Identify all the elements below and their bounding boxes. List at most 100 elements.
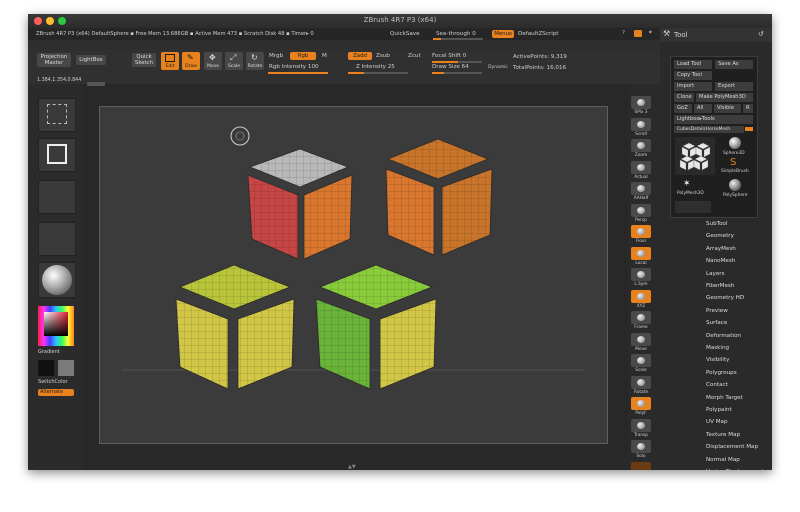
rotate-mode-button[interactable]: ↻ Rotate xyxy=(246,52,264,70)
subpalette-subtool[interactable]: SubTool xyxy=(706,221,728,227)
subpalette-nanomesh[interactable]: NanoMesh xyxy=(706,258,735,264)
projection-master-button[interactable]: Projection Master xyxy=(37,53,71,67)
subpalette-texture-map[interactable]: Texture Map xyxy=(706,432,740,438)
quick-sketch-button[interactable]: Quick Sketch xyxy=(132,53,156,67)
rgb-intensity-slider[interactable]: Rgb Intensity 100 xyxy=(269,64,319,70)
shelf-button-actual[interactable] xyxy=(631,160,651,174)
switch-color-button[interactable]: SwitchColor xyxy=(38,379,68,385)
color-saturation-square[interactable] xyxy=(44,312,68,336)
dynamic-button[interactable]: Dynamic xyxy=(488,65,508,70)
goz-r-button[interactable]: R xyxy=(743,104,753,113)
shelf-button-xyz[interactable] xyxy=(631,289,651,303)
alternate-button[interactable]: Alternate xyxy=(38,389,74,396)
subpalette-contact[interactable]: Contact xyxy=(706,382,728,388)
goz-visible-button[interactable]: Visible xyxy=(714,104,741,113)
goz-all-button[interactable]: All xyxy=(694,104,712,113)
zadd-button[interactable]: Zadd xyxy=(348,52,372,60)
menus-button[interactable]: Menus xyxy=(492,30,514,38)
shelf-button-rotate[interactable] xyxy=(631,375,651,389)
subpalette-morph-target[interactable]: Morph Target xyxy=(706,395,743,401)
import-button[interactable]: Import xyxy=(674,82,712,91)
default-zscript-button[interactable]: DefaultZScript xyxy=(518,31,559,37)
shelf-button-solo[interactable] xyxy=(631,440,651,453)
shelf-button-spix-3[interactable] xyxy=(631,96,651,109)
move-mode-button[interactable]: ✥ Move xyxy=(204,52,222,70)
subpalette-polygroups[interactable]: Polygroups xyxy=(706,370,737,376)
subpalette-geometry[interactable]: Geometry xyxy=(706,233,734,239)
export-button[interactable]: Export xyxy=(715,82,753,91)
scale-mode-button[interactable]: ⤢ Scale xyxy=(225,52,243,70)
stroke-thumbnail[interactable] xyxy=(38,138,76,172)
secondary-color-swatch[interactable] xyxy=(58,360,74,376)
subpalette-deformation[interactable]: Deformation xyxy=(706,333,741,339)
subpalette-layers[interactable]: Layers xyxy=(706,271,725,277)
canvas-scroll-handle[interactable] xyxy=(87,82,105,86)
polymesh3d-icon[interactable]: ✶ xyxy=(683,179,691,189)
copy-tool-button[interactable]: Copy Tool xyxy=(674,71,712,80)
cubes-tool-thumbnail[interactable] xyxy=(675,137,715,175)
mrgb-button[interactable]: Mrgb xyxy=(269,53,283,59)
subpalette-preview[interactable]: Preview xyxy=(706,308,728,314)
goz-button[interactable]: GoZ xyxy=(674,104,692,113)
save-as-button[interactable]: Save As xyxy=(715,60,753,69)
material-thumbnail[interactable] xyxy=(38,262,76,298)
settings-icon[interactable]: ✦ xyxy=(648,30,653,36)
sphere3d-icon[interactable] xyxy=(729,137,741,149)
subpalette-vector-displacement-map[interactable]: Vector Displacement Map xyxy=(706,469,772,470)
shelf-button-scale[interactable] xyxy=(631,354,651,367)
make-polymesh-button[interactable]: Make PolyMesh3D xyxy=(696,93,753,102)
cubes-small-thumbnail[interactable] xyxy=(675,201,711,213)
draw-mode-button[interactable]: ✎ Draw xyxy=(182,52,200,70)
subpalette-normal-map[interactable]: Normal Map xyxy=(706,457,740,463)
current-tool-slider[interactable] xyxy=(745,127,753,131)
subpalette-uv-map[interactable]: UV Map xyxy=(706,419,728,425)
shelf-button-extra[interactable] xyxy=(631,461,651,470)
z-intensity-slider[interactable]: Z Intensity 25 xyxy=(356,64,395,70)
clone-button[interactable]: Clone xyxy=(674,93,694,102)
refresh-icon[interactable]: ↺ xyxy=(758,30,764,38)
document-canvas[interactable] xyxy=(99,106,608,444)
rgb-button[interactable]: Rgb xyxy=(290,52,316,60)
polysphere-icon[interactable] xyxy=(729,179,741,191)
lightbox-tools-button[interactable]: Lightbox▸Tools xyxy=(674,115,753,124)
shelf-button-zoom[interactable] xyxy=(631,139,651,152)
shelf-button-polyf[interactable] xyxy=(631,397,651,410)
draw-size-slider[interactable]: Draw Size 64 xyxy=(432,64,469,70)
alpha-thumbnail[interactable] xyxy=(38,180,76,214)
shelf-button-scroll[interactable] xyxy=(631,117,651,131)
subpalette-visibility[interactable]: Visibility xyxy=(706,357,729,363)
cubes-viewport[interactable] xyxy=(100,107,607,443)
shelf-button-l-sym[interactable] xyxy=(631,268,651,281)
shelf-button-persp[interactable] xyxy=(631,203,651,217)
quicksave-button[interactable]: QuickSave xyxy=(390,31,420,37)
lightbox-button[interactable]: LightBox xyxy=(76,55,106,65)
subpalette-displacement-map[interactable]: Displacement Map xyxy=(706,444,758,450)
edit-mode-button[interactable]: Edit xyxy=(161,52,179,70)
subpalette-geometry-hd[interactable]: Geometry HD xyxy=(706,295,744,301)
subpalette-polypaint[interactable]: Polypaint xyxy=(706,407,732,413)
shelf-button-aahalf[interactable] xyxy=(631,182,651,195)
canvas-bottom-handle-icon[interactable]: ▲▼ xyxy=(348,464,356,470)
m-button[interactable]: M xyxy=(322,53,327,59)
zcut-button[interactable]: Zcut xyxy=(408,53,421,59)
subpalette-fibermesh[interactable]: FiberMesh xyxy=(706,283,734,289)
brush-thumbnail[interactable] xyxy=(38,98,76,132)
subpalette-surface[interactable]: Surface xyxy=(706,320,727,326)
help-icon[interactable]: ? xyxy=(622,30,625,36)
shelf-button-transp[interactable] xyxy=(631,418,651,432)
shelf-button-local[interactable] xyxy=(631,246,651,260)
shelf-button-move[interactable] xyxy=(631,332,651,346)
focal-shift-slider[interactable]: Focal Shift 0 xyxy=(432,53,466,59)
gradient-button[interactable]: Gradient xyxy=(38,349,60,355)
shelf-button-frame[interactable] xyxy=(631,311,651,324)
layout-icon[interactable] xyxy=(634,30,642,37)
subpalette-masking[interactable]: Masking xyxy=(706,345,729,351)
zsub-button[interactable]: Zsub xyxy=(376,53,390,59)
subpalette-arraymesh[interactable]: ArrayMesh xyxy=(706,246,736,252)
color-picker[interactable] xyxy=(38,306,74,346)
load-tool-button[interactable]: Load Tool xyxy=(674,60,712,69)
simple-brush-icon[interactable]: S xyxy=(730,157,736,168)
main-color-swatch[interactable] xyxy=(38,360,54,376)
shelf-button-floor[interactable] xyxy=(631,225,651,238)
texture-thumbnail[interactable] xyxy=(38,222,76,256)
